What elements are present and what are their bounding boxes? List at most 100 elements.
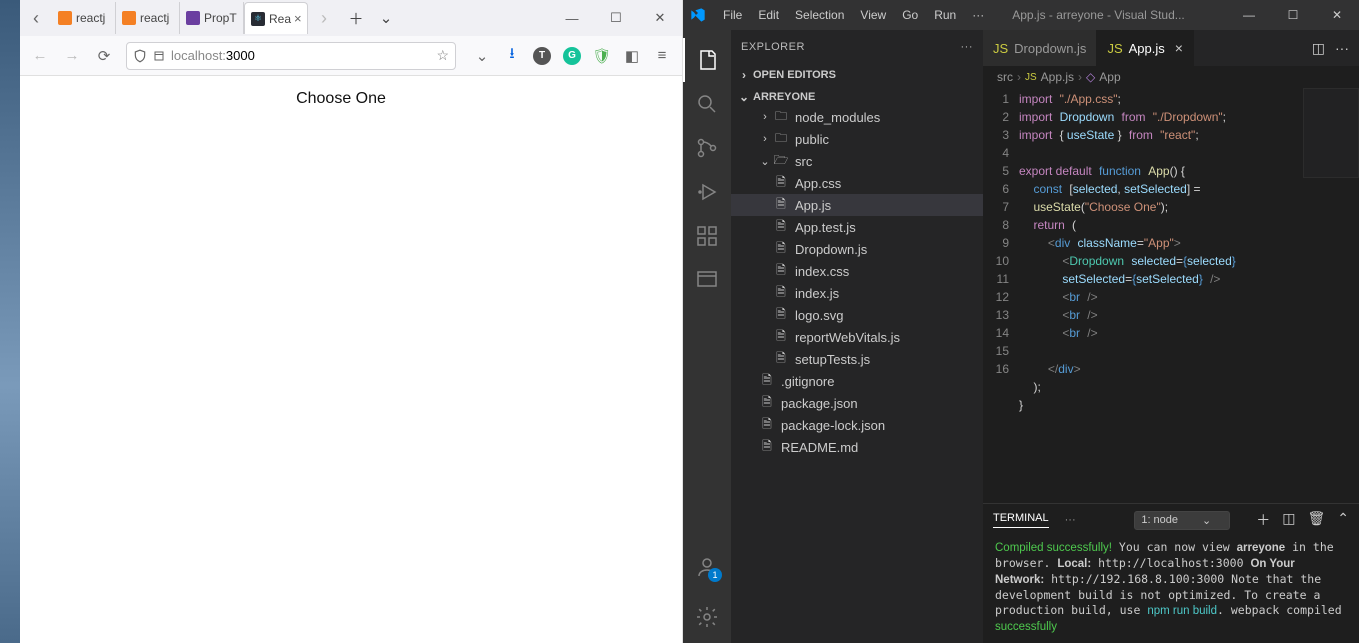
project-name: ARREYONE bbox=[753, 91, 815, 103]
file-row[interactable]: 🗎Dropdown.js bbox=[731, 238, 983, 260]
menu-run[interactable]: Run bbox=[926, 8, 964, 22]
address-bar: ← → ⟳ localhost:3000 ☆ ⌄ ⭳ T G 🛡 ◧ ≡ bbox=[0, 36, 682, 76]
window-minimize[interactable]: — bbox=[550, 0, 594, 36]
window-close[interactable]: ✕ bbox=[1315, 0, 1359, 30]
file-icon: 🗎 bbox=[773, 219, 789, 235]
terminal-output[interactable]: Compiled successfully! You can now view … bbox=[983, 536, 1359, 643]
file-label: App.css bbox=[795, 176, 841, 191]
breadcrumb[interactable]: src› JSApp.js› ◇App bbox=[983, 66, 1359, 88]
tab-label: reactj bbox=[140, 11, 169, 25]
menu-go[interactable]: Go bbox=[894, 8, 926, 22]
file-row[interactable]: 🗎App.test.js bbox=[731, 216, 983, 238]
file-row[interactable]: 🗎index.css bbox=[731, 260, 983, 282]
file-row[interactable]: 🗎setupTests.js bbox=[731, 348, 983, 370]
activity-settings-icon[interactable] bbox=[683, 595, 731, 639]
file-label: index.css bbox=[795, 264, 849, 279]
react-favicon: ⚛ bbox=[251, 12, 265, 26]
panel-more-icon[interactable]: ··· bbox=[1065, 514, 1076, 526]
new-terminal-icon[interactable]: ＋ bbox=[1256, 510, 1270, 530]
minimap[interactable] bbox=[1303, 88, 1359, 178]
bookmark-star-icon[interactable]: ☆ bbox=[436, 47, 449, 64]
file-icon: 🗎 bbox=[773, 241, 789, 257]
ext-icon-grammarly[interactable]: G bbox=[558, 42, 586, 70]
tab-list-button[interactable]: ⌄ bbox=[372, 4, 400, 32]
tab-close-icon[interactable]: × bbox=[1175, 40, 1183, 56]
explorer-sidebar: EXPLORER ··· ›OPEN EDITORS ⌄ARREYONE ›🗀n… bbox=[731, 30, 983, 643]
ext-icon-blocker[interactable]: ◧ bbox=[618, 42, 646, 70]
browser-tab[interactable]: PropT bbox=[180, 2, 244, 34]
window-minimize[interactable]: — bbox=[1227, 0, 1271, 30]
explorer-title: EXPLORER bbox=[741, 41, 805, 53]
window-title: App.js - arreyone - Visual Stud... bbox=[1012, 8, 1185, 22]
activity-preview-icon[interactable] bbox=[683, 258, 731, 302]
new-tab-button[interactable]: ＋ bbox=[342, 4, 370, 32]
open-editors-section[interactable]: ›OPEN EDITORS bbox=[731, 66, 983, 84]
account-badge: 1 bbox=[708, 568, 722, 582]
project-section[interactable]: ⌄ARREYONE bbox=[731, 88, 983, 106]
menu-selection[interactable]: Selection bbox=[787, 8, 852, 22]
panel-tab-terminal[interactable]: TERMINAL bbox=[993, 512, 1049, 528]
menu-edit[interactable]: Edit bbox=[750, 8, 787, 22]
code-editor[interactable]: 12345678910111213141516 import "./App.cs… bbox=[983, 88, 1359, 503]
file-row[interactable]: 🗎logo.svg bbox=[731, 304, 983, 326]
file-row[interactable]: 🗎package.json bbox=[731, 392, 983, 414]
browser-tab[interactable]: reactj bbox=[52, 2, 116, 34]
activity-account-icon[interactable]: 1 bbox=[683, 545, 731, 589]
file-icon: 🗎 bbox=[759, 373, 775, 389]
menu-file[interactable]: File bbox=[715, 8, 750, 22]
folder-open-icon: 🗁 bbox=[773, 153, 789, 169]
menu-view[interactable]: View bbox=[852, 8, 894, 22]
breadcrumb-item[interactable]: src bbox=[997, 70, 1013, 84]
file-row[interactable]: 🗎.gitignore bbox=[731, 370, 983, 392]
kill-terminal-icon[interactable]: 🗑 bbox=[1307, 510, 1325, 530]
split-terminal-icon[interactable]: ◫ bbox=[1282, 510, 1295, 530]
more-actions-icon[interactable]: ··· bbox=[1335, 40, 1349, 56]
activity-extensions-icon[interactable] bbox=[683, 214, 731, 258]
dropdown-selected-text[interactable]: Choose One bbox=[296, 90, 386, 108]
app-menu-icon[interactable]: ≡ bbox=[648, 42, 676, 70]
maximize-panel-icon[interactable]: ⌃ bbox=[1337, 510, 1349, 530]
terminal-selector[interactable]: 1: node⌄ bbox=[1134, 511, 1230, 530]
activity-debug-icon[interactable] bbox=[683, 170, 731, 214]
activity-search-icon[interactable] bbox=[683, 82, 731, 126]
breadcrumb-item[interactable]: App bbox=[1099, 70, 1120, 84]
pocket-icon[interactable]: ⌄ bbox=[468, 42, 496, 70]
ext-icon-shield[interactable]: 🛡 bbox=[588, 42, 616, 70]
browser-tab-active[interactable]: ⚛ Rea × bbox=[244, 2, 308, 34]
split-editor-icon[interactable]: ◫ bbox=[1312, 40, 1325, 57]
editor-tab-label: Dropdown.js bbox=[1014, 41, 1086, 56]
activity-scm-icon[interactable] bbox=[683, 126, 731, 170]
tab-label: Rea bbox=[269, 12, 291, 26]
stackoverflow-favicon bbox=[58, 11, 72, 25]
window-maximize[interactable]: ☐ bbox=[1271, 0, 1315, 30]
window-close[interactable]: ✕ bbox=[638, 0, 682, 36]
url-text: localhost:3000 bbox=[171, 48, 255, 63]
browser-tab[interactable]: reactj bbox=[116, 2, 180, 34]
window-maximize[interactable]: ☐ bbox=[594, 0, 638, 36]
tab-close-button[interactable]: × bbox=[291, 11, 302, 26]
folder-node-modules[interactable]: ›🗀node_modules bbox=[731, 106, 983, 128]
file-label: README.md bbox=[781, 440, 858, 455]
activity-explorer-icon[interactable] bbox=[683, 38, 731, 82]
file-row-active[interactable]: 🗎App.js bbox=[731, 194, 983, 216]
desktop-wallpaper-strip bbox=[0, 0, 20, 643]
explorer-more-icon[interactable]: ··· bbox=[961, 41, 974, 53]
breadcrumb-item[interactable]: App.js bbox=[1041, 70, 1074, 84]
downloads-icon[interactable]: ⭳ bbox=[498, 42, 526, 70]
file-row[interactable]: 🗎reportWebVitals.js bbox=[731, 326, 983, 348]
tab-history-back[interactable]: ‹ bbox=[20, 0, 52, 36]
folder-src[interactable]: ⌄🗁src bbox=[731, 150, 983, 172]
file-row[interactable]: 🗎README.md bbox=[731, 436, 983, 458]
editor-tab-active[interactable]: JSApp.js× bbox=[1097, 30, 1194, 66]
ext-icon-t[interactable]: T bbox=[528, 42, 556, 70]
url-input[interactable]: localhost:3000 ☆ bbox=[126, 42, 456, 70]
folder-public[interactable]: ›🗀public bbox=[731, 128, 983, 150]
file-row[interactable]: 🗎package-lock.json bbox=[731, 414, 983, 436]
menu-more[interactable]: ··· bbox=[964, 8, 992, 22]
editor-tab[interactable]: JSDropdown.js bbox=[983, 30, 1097, 66]
file-row[interactable]: 🗎App.css bbox=[731, 172, 983, 194]
nav-reload-button[interactable]: ⟳ bbox=[90, 42, 118, 70]
chevron-down-icon: ⌄ bbox=[1202, 514, 1211, 527]
file-row[interactable]: 🗎index.js bbox=[731, 282, 983, 304]
file-label: index.js bbox=[795, 286, 839, 301]
